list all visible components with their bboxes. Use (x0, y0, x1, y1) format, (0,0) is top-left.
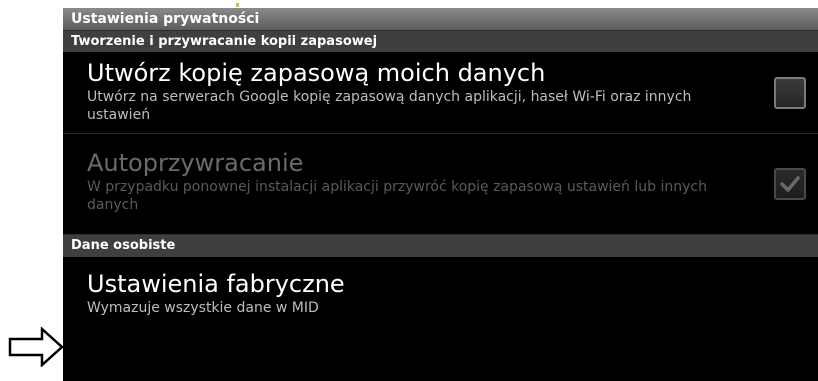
pref-factory-reset[interactable]: Ustawienia fabryczne Wymazuje wszystkie … (63, 257, 818, 381)
window-title: Ustawienia prywatności (63, 8, 818, 31)
auto-restore-checkbox[interactable] (774, 168, 806, 200)
section-header-personal: Dane osobiste (63, 235, 818, 257)
privacy-settings-screen: Ustawienia prywatności Tworzenie i przyw… (63, 8, 818, 381)
pref-backup-data-title: Utwórz kopię zapasową moich danych (87, 59, 546, 87)
backup-data-checkbox[interactable] (774, 76, 806, 109)
right-arrow-icon (8, 327, 64, 367)
pref-factory-reset-summary: Wymazuje wszystkie dane w MID (87, 300, 319, 316)
section-header-backup: Tworzenie i przywracanie kopii zapasowej (63, 31, 818, 52)
pref-auto-restore-title: Autoprzywracanie (87, 149, 304, 177)
pref-backup-data[interactable]: Utwórz kopię zapasową moich danych Utwór… (63, 52, 818, 134)
pref-auto-restore[interactable]: Autoprzywracanie W przypadku ponownej in… (63, 134, 818, 235)
pref-backup-data-summary: Utwórz na serwerach Google kopię zapasow… (87, 89, 692, 123)
pref-auto-restore-summary: W przypadku ponownej instalacji aplikacj… (87, 179, 707, 213)
status-indicator-mark (236, 3, 239, 7)
checkmark-icon (780, 176, 800, 192)
pref-factory-reset-title: Ustawienia fabryczne (87, 270, 345, 298)
